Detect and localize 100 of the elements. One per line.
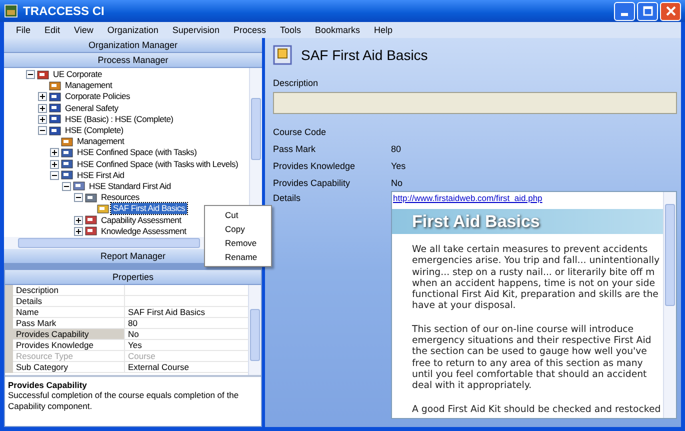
property-value: No [127, 329, 139, 339]
node-icon [49, 92, 61, 102]
expand-toggle[interactable] [74, 216, 83, 225]
property-value: Yes [127, 340, 142, 350]
node-icon [61, 159, 73, 170]
field-label: Details [273, 192, 302, 205]
properties-header: Properties [5, 270, 261, 285]
help-text: Successful completion of the course equals completion of the Capability component. [8, 390, 240, 412]
paragraph: This section of our on-line course will introduce emergency situations and their respective First Aid the section can be used to gauge how well you've free to return to any area of this section as many until you feel comfortable that should an accident deal with it appropriately. [411, 322, 652, 394]
tree-item[interactable]: HSE Confined Space (with Tasks with Levels) [75, 158, 240, 170]
process-manager-bar[interactable]: Process Manager [4, 53, 262, 68]
expand-toggle[interactable] [38, 92, 47, 102]
course-icon [273, 45, 293, 65]
property-value: 80 [127, 318, 138, 328]
property-row[interactable]: Details [13, 296, 249, 307]
maximize-icon [642, 6, 652, 16]
menu-item[interactable]: Process [233, 25, 266, 35]
minimize-button[interactable] [614, 2, 635, 20]
property-row[interactable]: Description [13, 285, 249, 296]
expand-toggle[interactable] [50, 170, 59, 180]
expand-toggle[interactable] [38, 114, 47, 124]
menu-item[interactable]: Help [374, 25, 393, 35]
expand-toggle[interactable] [62, 182, 71, 191]
tree-item[interactable]: General Safety [63, 102, 120, 114]
url-link[interactable]: http://www.firstaidweb.com/first_aid.php [392, 192, 664, 209]
page-banner: First Aid Basics [392, 209, 664, 234]
node-icon [85, 215, 97, 226]
node-icon [49, 126, 61, 136]
property-value: External Course [127, 362, 189, 372]
node-icon [61, 148, 73, 158]
tree-item[interactable]: HSE First Aid [75, 170, 126, 181]
expand-toggle[interactable] [50, 160, 59, 169]
context-menu-item[interactable]: Copy [205, 222, 271, 236]
expand-toggle[interactable] [50, 148, 59, 158]
organization-manager-bar[interactable]: Organization Manager [4, 38, 262, 53]
field-label: Pass Mark [273, 144, 317, 154]
context-menu-item[interactable]: Cut [205, 208, 271, 222]
tree-item[interactable]: Resources [99, 192, 142, 204]
scrollbar[interactable] [663, 192, 676, 418]
node-icon [73, 181, 85, 192]
property-row[interactable]: Name SAF First Aid Basics [13, 307, 249, 318]
tree-item[interactable]: Management [63, 80, 114, 92]
tree-item[interactable]: HSE Standard First Aid [87, 180, 173, 192]
tree-item[interactable]: Corporate Policies [63, 91, 132, 102]
tree-item[interactable]: Knowledge Assessment [99, 226, 188, 237]
property-row[interactable]: Sub Category External Course [13, 362, 249, 373]
node-icon [49, 80, 61, 91]
node-icon [97, 204, 109, 214]
field-label: Provides Knowledge [273, 160, 356, 170]
node-icon [49, 103, 61, 114]
description-field[interactable] [273, 92, 677, 114]
field-value: No [391, 178, 403, 188]
menu-item[interactable]: File [16, 25, 31, 35]
property-row[interactable]: Provides Capability No [13, 329, 249, 340]
menu-item[interactable]: View [74, 25, 94, 35]
expand-toggle[interactable] [74, 226, 83, 236]
expand-toggle[interactable] [26, 70, 35, 80]
detail-title: SAF First Aid Basics [301, 47, 428, 63]
property-value: Course [127, 351, 156, 361]
paragraph: We all take certain measures to prevent accidents emergencies arise. You trip and fall... unintentionally wiring... step on a rusty nail... or literarily bite off m when an accident happens, time is not on your side functional First Aid Kit, preparation and skills are the have at your disposal. [411, 243, 660, 314]
window-title: TRACCESS CI [23, 4, 104, 18]
tree-item[interactable]: UE Corporate [51, 69, 104, 80]
property-name: Provides Knowledge [13, 340, 125, 350]
property-name: Sub Category [13, 362, 125, 372]
menu-item[interactable]: Organization [107, 25, 158, 35]
tree-item[interactable]: HSE Confined Space (with Tasks) [75, 147, 199, 158]
help-title: Provides Capability [8, 380, 88, 390]
node-icon [85, 192, 97, 203]
context-menu-item[interactable]: Remove [205, 236, 271, 250]
node-icon [49, 114, 61, 124]
property-row[interactable]: Provides Knowledge Yes [13, 340, 249, 351]
node-icon [37, 70, 49, 80]
close-icon [666, 6, 676, 16]
tree-item[interactable]: SAF First Aid Basics [111, 203, 187, 214]
menu-item[interactable]: Tools [280, 25, 301, 35]
field-label: Description [273, 78, 320, 88]
expand-toggle[interactable] [74, 193, 83, 202]
app-icon [4, 4, 18, 18]
node-icon [85, 226, 97, 236]
node-icon [61, 136, 73, 147]
field-label: Course Code [273, 126, 328, 136]
tree-item[interactable]: Capability Assessment [99, 214, 184, 226]
tree-item[interactable]: Management [75, 136, 126, 148]
property-name: Pass Mark [13, 318, 125, 328]
expand-toggle[interactable] [38, 126, 47, 136]
tree-item[interactable]: HSE (Complete) [63, 125, 126, 136]
menu-item[interactable]: Bookmarks [314, 25, 360, 35]
tree-item[interactable]: HSE (Basic) : HSE (Complete) [63, 114, 176, 125]
property-name: Name [13, 307, 125, 317]
property-value: SAF First Aid Basics [127, 307, 205, 317]
scrollbar[interactable] [248, 285, 261, 375]
field-label: Provides Capability [273, 178, 352, 188]
close-button[interactable] [660, 2, 681, 20]
property-name: Resource Type [13, 351, 125, 361]
menu-item[interactable]: Supervision [172, 25, 220, 35]
minimize-icon [621, 12, 628, 16]
field-value: Yes [391, 160, 406, 170]
maximize-button[interactable] [637, 2, 658, 20]
menu-item[interactable]: Edit [44, 25, 60, 35]
expand-toggle[interactable] [38, 104, 47, 113]
